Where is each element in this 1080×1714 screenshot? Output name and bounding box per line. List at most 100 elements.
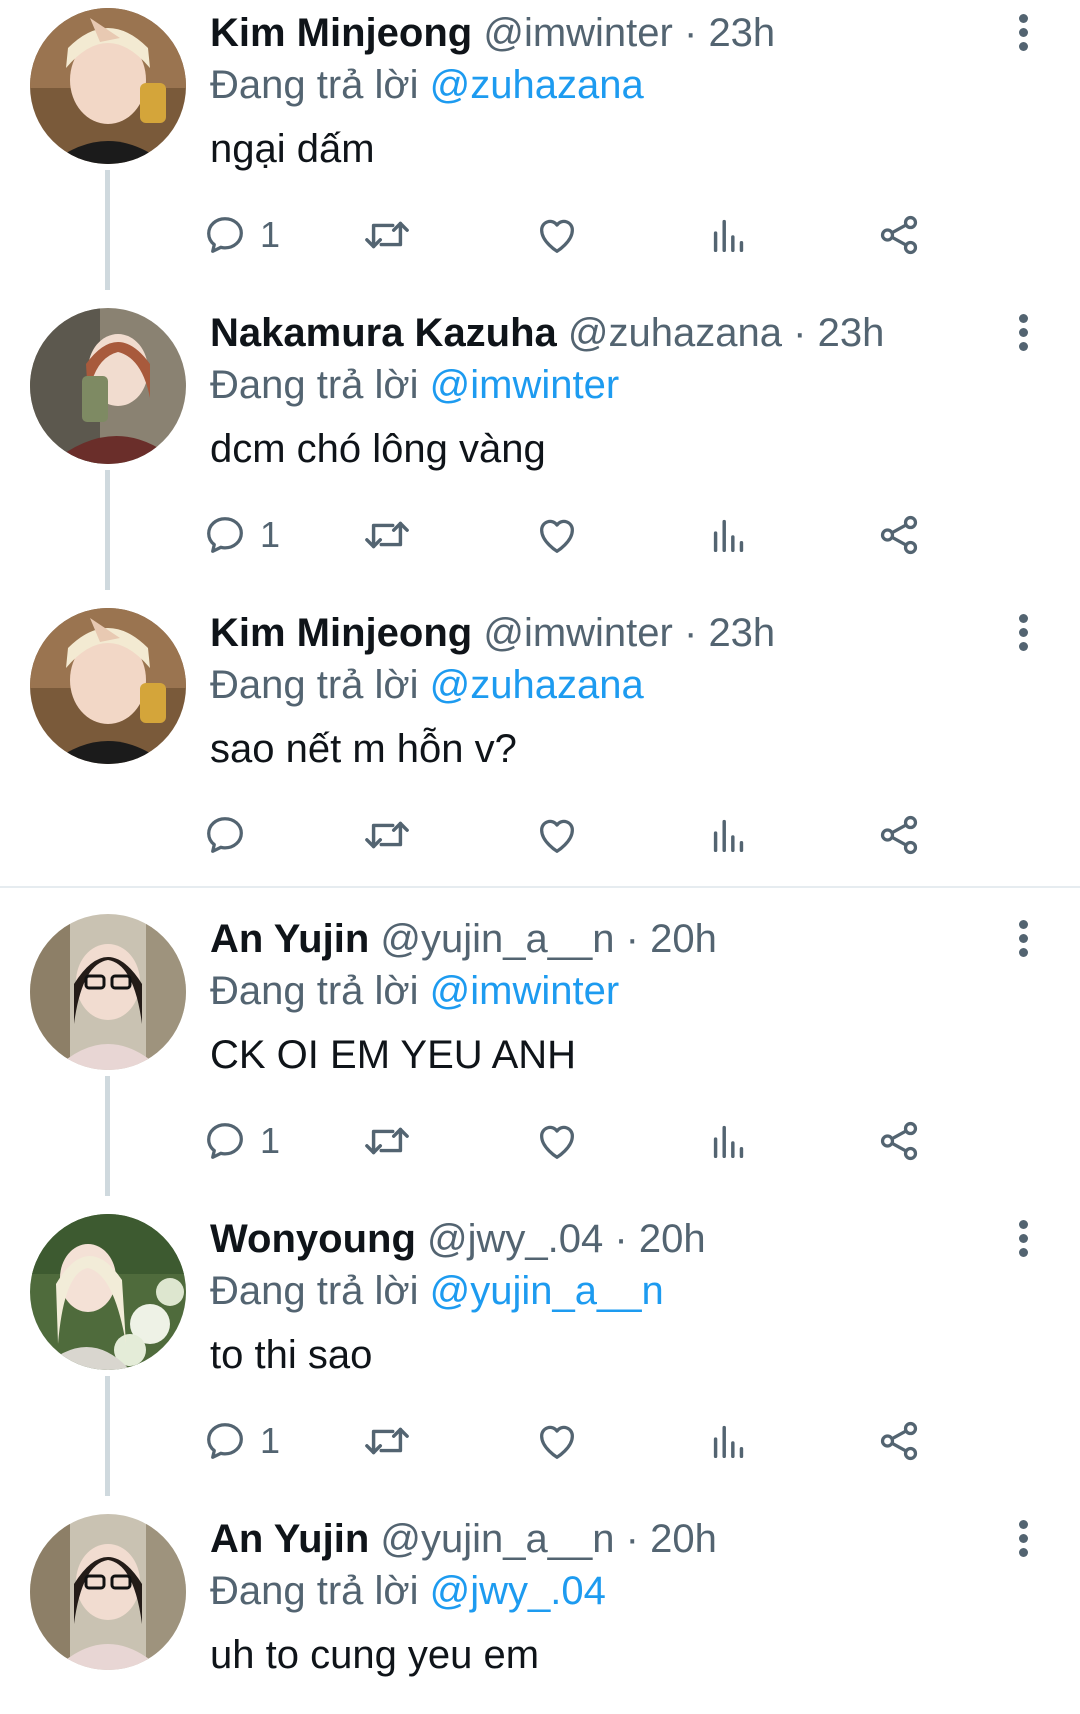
tweet-actions	[207, 805, 1020, 865]
mention-link[interactable]: @jwy_.04	[430, 1569, 606, 1613]
views-button[interactable]	[706, 1411, 752, 1471]
views-icon	[713, 819, 744, 853]
replying-to: Đang trả lời @yujin_a__n	[210, 1266, 990, 1316]
tweet[interactable]: Wonyoung @jwy_.04 · 20h Đang trả lời @yu…	[0, 1206, 1080, 1506]
mention-link[interactable]: @yujin_a__n	[430, 1269, 664, 1313]
tweet[interactable]: Nakamura Kazuha @zuhazana · 23h Đang trả…	[0, 300, 1080, 600]
like-icon	[540, 219, 574, 253]
retweet-button[interactable]	[362, 805, 412, 865]
retweet-icon	[365, 821, 409, 849]
author-name[interactable]: An Yujin	[210, 917, 369, 961]
views-button[interactable]	[706, 805, 752, 865]
tweet-header: An Yujin @yujin_a__n · 20h	[210, 914, 990, 964]
mention-link[interactable]: @imwinter	[430, 969, 620, 1013]
author-name[interactable]: Nakamura Kazuha	[210, 311, 557, 355]
like-icon	[540, 819, 574, 853]
tweet-text: uh to cung yeu em	[210, 1633, 540, 1677]
tweet-header: Kim Minjeong @imwinter · 23h	[210, 608, 990, 658]
replying-to: Đang trả lời @zuhazana	[210, 60, 990, 110]
share-icon	[880, 1421, 918, 1461]
reply-count: 1	[260, 1120, 281, 1161]
reply-count: 1	[260, 214, 281, 255]
more-icon[interactable]	[1008, 614, 1038, 658]
tweet[interactable]: Kim Minjeong @imwinter · 23h Đang trả lờ…	[0, 600, 1080, 900]
retweet-button[interactable]	[362, 1111, 412, 1171]
avatar[interactable]	[30, 1514, 186, 1670]
author-name[interactable]: An Yujin	[210, 1517, 369, 1561]
reply-count: 1	[260, 1420, 281, 1461]
tweet-text: ngại dấm	[210, 127, 375, 171]
views-button[interactable]	[706, 505, 752, 565]
author-handle[interactable]: @imwinter	[483, 11, 673, 55]
separator-dot: ·	[683, 11, 698, 55]
views-button[interactable]	[706, 1111, 752, 1171]
replying-to-label: Đang trả lời	[210, 63, 419, 107]
author-handle[interactable]: @jwy_.04	[427, 1217, 603, 1261]
replying-to: Đang trả lời @imwinter	[210, 966, 990, 1016]
mention-link[interactable]: @zuhazana	[430, 663, 644, 707]
avatar[interactable]	[30, 8, 186, 164]
share-button[interactable]	[876, 205, 922, 265]
author-name[interactable]: Kim Minjeong	[210, 11, 472, 55]
more-icon[interactable]	[1008, 314, 1038, 358]
tweet-header: Wonyoung @jwy_.04 · 20h	[210, 1214, 990, 1264]
author-handle[interactable]: @zuhazana	[568, 311, 782, 355]
tweet[interactable]: An Yujin @yujin_a__n · 20h Đang trả lời …	[0, 1506, 1080, 1714]
like-button[interactable]	[534, 1411, 580, 1471]
share-button[interactable]	[876, 1411, 922, 1471]
retweet-button[interactable]	[362, 1411, 412, 1471]
views-icon	[713, 519, 744, 553]
like-button[interactable]	[534, 505, 580, 565]
reply-button[interactable]: 1	[202, 205, 280, 265]
reply-icon	[207, 1423, 243, 1459]
reply-icon	[207, 1123, 243, 1159]
avatar[interactable]	[30, 914, 186, 1070]
reply-button[interactable]: 1	[202, 505, 280, 565]
more-icon[interactable]	[1008, 1520, 1038, 1564]
retweet-button[interactable]	[362, 505, 412, 565]
author-handle[interactable]: @yujin_a__n	[380, 1517, 614, 1561]
like-button[interactable]	[534, 205, 580, 265]
author-handle[interactable]: @yujin_a__n	[380, 917, 614, 961]
timestamp[interactable]: 23h	[708, 11, 775, 55]
tweet[interactable]: Kim Minjeong @imwinter · 23h Đang trả lờ…	[0, 0, 1080, 300]
timestamp[interactable]: 20h	[639, 1217, 706, 1261]
timestamp[interactable]: 23h	[708, 611, 775, 655]
like-icon	[540, 1125, 574, 1159]
more-icon[interactable]	[1008, 14, 1038, 58]
retweet-button[interactable]	[362, 205, 412, 265]
replying-to: Đang trả lời @jwy_.04	[210, 1566, 990, 1616]
author-name[interactable]: Kim Minjeong	[210, 611, 472, 655]
like-button[interactable]	[534, 1111, 580, 1171]
share-button[interactable]	[876, 1111, 922, 1171]
mention-link[interactable]: @zuhazana	[430, 63, 644, 107]
retweet-icon	[365, 1427, 409, 1455]
mention-link[interactable]: @imwinter	[430, 363, 620, 407]
avatar[interactable]	[30, 1214, 186, 1370]
share-button[interactable]	[876, 805, 922, 865]
separator-dot: ·	[625, 1517, 639, 1561]
avatar[interactable]	[30, 608, 186, 764]
replying-to-label: Đang trả lời	[210, 1569, 419, 1613]
tweet-actions: 1	[207, 205, 1020, 265]
avatar[interactable]	[30, 308, 186, 464]
share-button[interactable]	[876, 505, 922, 565]
share-icon	[880, 815, 918, 855]
tweet[interactable]: An Yujin @yujin_a__n · 20h Đang trả lời …	[0, 906, 1080, 1206]
tweet-text: CK OI EM YEU ANH	[210, 1033, 577, 1077]
replying-to-label: Đang trả lời	[210, 1269, 419, 1313]
timestamp[interactable]: 20h	[650, 917, 717, 961]
reply-button[interactable]: 1	[202, 1411, 280, 1471]
more-icon[interactable]	[1008, 920, 1038, 964]
separator-dot: ·	[625, 917, 639, 961]
like-button[interactable]	[534, 805, 580, 865]
author-handle[interactable]: @imwinter	[483, 611, 673, 655]
timestamp[interactable]: 20h	[650, 1517, 717, 1561]
reply-button[interactable]	[202, 805, 260, 865]
views-button[interactable]	[706, 205, 752, 265]
replying-to: Đang trả lời @imwinter	[210, 360, 990, 410]
more-icon[interactable]	[1008, 1220, 1038, 1264]
reply-button[interactable]: 1	[202, 1111, 280, 1171]
timestamp[interactable]: 23h	[818, 311, 885, 355]
author-name[interactable]: Wonyoung	[210, 1217, 416, 1261]
